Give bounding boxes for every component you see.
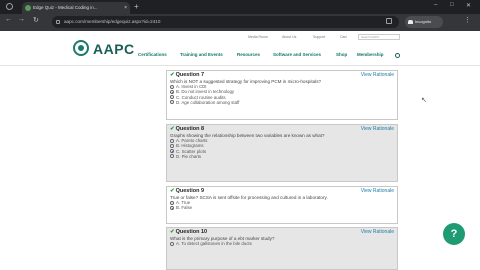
incognito-badge[interactable]: Incognito (405, 16, 443, 28)
incognito-label: Incognito (415, 19, 432, 24)
radio-button[interactable] (170, 200, 174, 205)
radio-button[interactable] (170, 90, 174, 95)
option-label: D. Pie charts (176, 153, 202, 159)
option-label: A. To detect gallstones in the bile duct… (176, 241, 252, 247)
tab-search-icon[interactable] (6, 3, 13, 10)
top-link-media[interactable]: Media Room (248, 35, 268, 39)
view-rationale-link[interactable]: View Rationale (361, 188, 394, 194)
radio-button[interactable] (170, 154, 174, 159)
url-input[interactable]: aapc.com/membership/edgequiz.aspx?id=241… (52, 16, 399, 28)
option-label: B. False (176, 205, 193, 211)
question-title: Question 8 (170, 126, 204, 132)
radio-button[interactable] (170, 100, 174, 105)
favicon-icon (25, 5, 31, 11)
question-card: Question 9View Rationale True or false? … (166, 186, 398, 224)
radio-button[interactable] (170, 95, 174, 100)
answer-option[interactable]: A. To detect gallstones in the bile duct… (170, 241, 394, 246)
radio-button[interactable] (170, 149, 174, 154)
top-link-about[interactable]: About Us (282, 35, 296, 39)
nav-certifications[interactable]: Certifications (138, 52, 167, 57)
nav-training-events[interactable]: Training and Events (180, 52, 223, 57)
radio-button[interactable] (170, 138, 174, 143)
browser-tab-bar: Edge Quiz - Medical Coding in... × + – □… (0, 0, 480, 14)
question-card: Question 10View Rationale What is the pr… (166, 227, 398, 270)
browser-menu-icon[interactable]: ⋮ (464, 16, 471, 24)
tab-close-icon[interactable]: × (124, 2, 127, 14)
search-icon[interactable] (395, 53, 400, 58)
question-title: Question 9 (170, 188, 204, 194)
top-link-support[interactable]: Support (313, 35, 325, 39)
answer-option[interactable]: B. False (170, 205, 394, 210)
radio-button[interactable] (170, 144, 174, 149)
question-title: Question 10 (170, 229, 207, 235)
maximize-button[interactable]: □ (450, 2, 454, 8)
new-tab-button[interactable]: + (134, 1, 139, 13)
radio-button[interactable] (170, 241, 174, 246)
top-link-cart[interactable]: Cart (340, 35, 347, 39)
close-window-button[interactable]: ✕ (466, 2, 471, 9)
view-rationale-link[interactable]: View Rationale (361, 72, 394, 78)
minimize-button[interactable]: – (434, 2, 437, 8)
back-button[interactable]: ← (5, 16, 12, 23)
forward-button[interactable]: → (18, 16, 25, 23)
view-rationale-link[interactable]: View Rationale (361, 229, 394, 235)
radio-button[interactable] (170, 84, 174, 89)
nav-resources[interactable]: Resources (237, 52, 260, 57)
mouse-cursor-icon: ↖ (421, 97, 427, 104)
quiz-content: Question 7View Rationale Which is NOT a … (0, 66, 480, 270)
lock-icon (56, 20, 60, 24)
nav-software-services[interactable]: Software and Services (273, 52, 321, 57)
browser-tab[interactable]: Edge Quiz - Medical Coding in... × (22, 2, 130, 14)
nav-shop[interactable]: Shop (336, 52, 347, 57)
reload-button[interactable]: ↻ (33, 16, 39, 24)
radio-button[interactable] (170, 206, 174, 211)
question-title: Question 7 (170, 72, 204, 78)
question-card: Question 8View Rationale Graphs showing … (166, 124, 398, 182)
answer-option[interactable]: D. Age collaboration among staff (170, 100, 394, 105)
answer-option[interactable]: D. Pie charts (170, 154, 394, 159)
view-rationale-link[interactable]: View Rationale (361, 126, 394, 132)
url-text: aapc.com/membership/edgequiz.aspx?id=241… (64, 19, 161, 24)
site-search-input[interactable]: Search AAPC (358, 34, 400, 40)
tab-title: Edge Quiz - Medical Coding in... (33, 5, 98, 10)
incognito-icon (408, 20, 413, 24)
aapc-logo-text[interactable]: AAPC (93, 41, 135, 57)
help-button[interactable]: ? (443, 223, 465, 245)
site-header: Media Room About Us Support Cart Search … (0, 31, 480, 66)
question-card: Question 7View Rationale Which is NOT a … (166, 70, 398, 120)
option-label: D. Age collaboration among staff (176, 99, 240, 105)
aapc-logo-icon[interactable] (73, 40, 89, 56)
nav-membership[interactable]: Membership (357, 52, 384, 57)
bookmark-star-icon[interactable] (386, 18, 392, 24)
